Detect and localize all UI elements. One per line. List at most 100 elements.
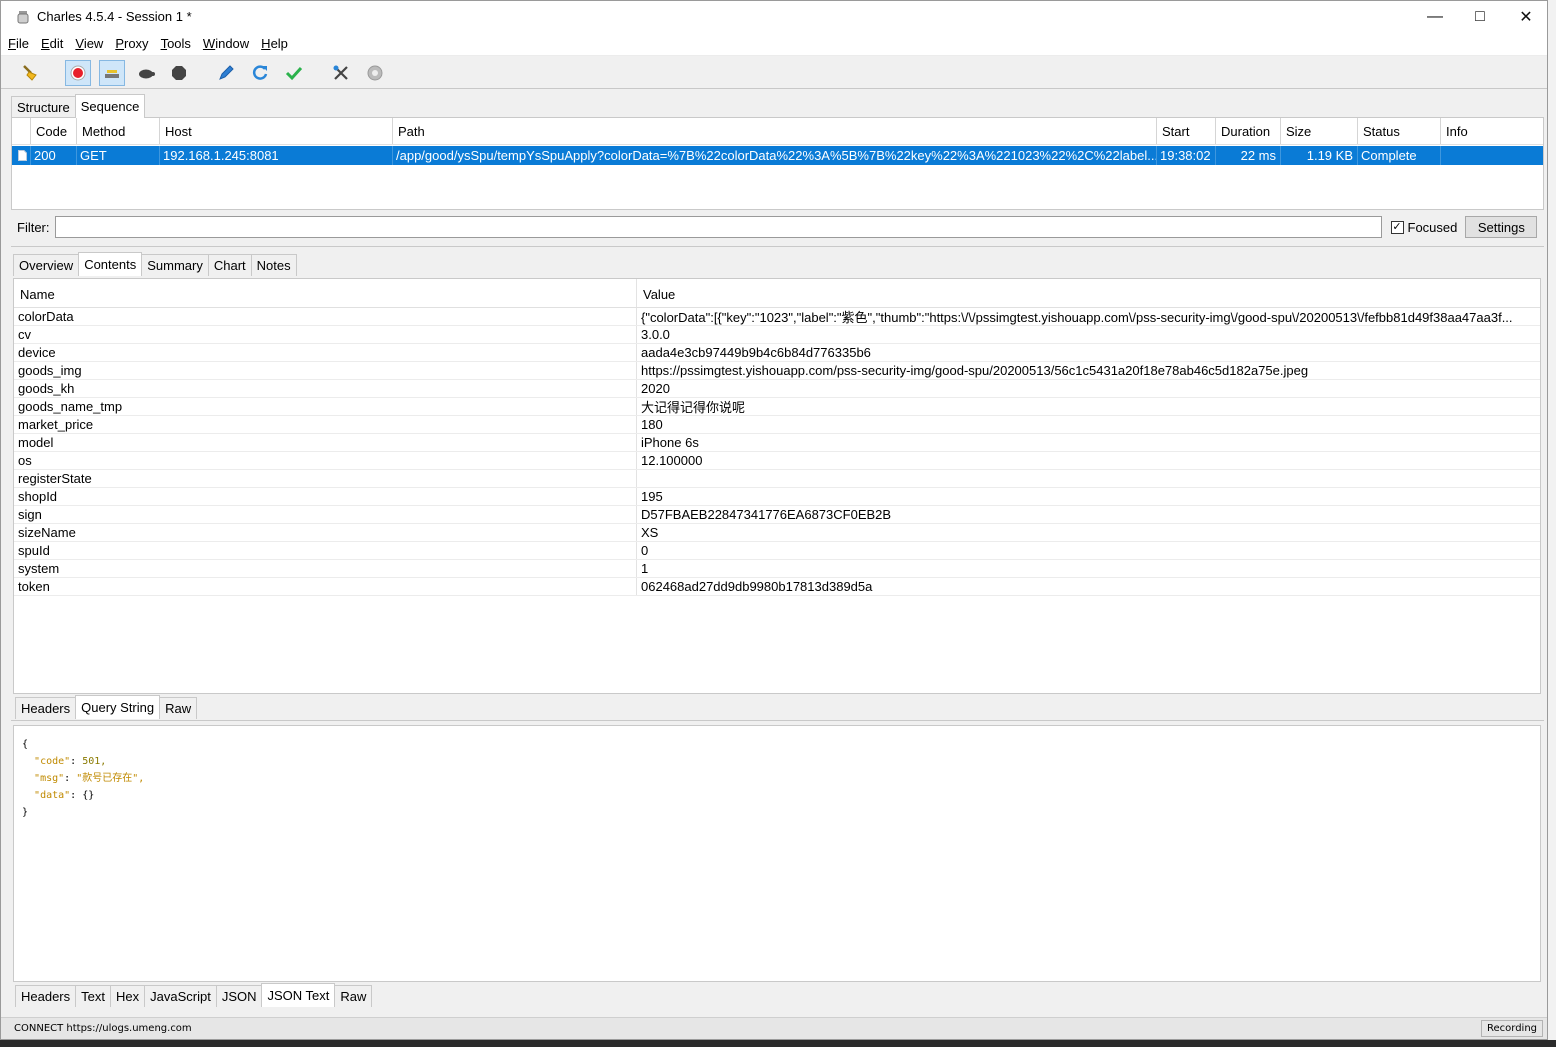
settings-gear-icon[interactable] xyxy=(362,60,388,86)
tab-overview[interactable]: Overview xyxy=(13,254,80,276)
table-row[interactable]: 200 GET 192.168.1.245:8081 /app/good/ysS… xyxy=(12,146,1543,165)
recording-badge[interactable]: Recording xyxy=(1480,1020,1543,1037)
splitter[interactable] xyxy=(11,246,1544,247)
throttle-icon[interactable] xyxy=(99,60,125,86)
detail-tabs: Overview Contents Summary Chart Notes xyxy=(13,252,297,276)
tab-response-headers[interactable]: Headers xyxy=(15,985,77,1007)
menu-view[interactable]: View xyxy=(75,36,103,51)
table-row[interactable]: sign D57FBAEB22847341776EA6873CF0EB2B xyxy=(14,506,1540,524)
tab-request-raw[interactable]: Raw xyxy=(159,697,198,719)
filter-label: Filter: xyxy=(17,219,50,235)
tab-chart[interactable]: Chart xyxy=(207,254,252,276)
param-name: goods_img xyxy=(14,362,637,379)
table-row[interactable]: goods_kh 2020 xyxy=(14,380,1540,398)
turtle-icon[interactable] xyxy=(133,60,159,86)
row-info xyxy=(1441,146,1543,165)
json-key: "code" xyxy=(34,756,71,767)
splitter[interactable] xyxy=(11,720,1544,721)
param-value: 2020 xyxy=(641,381,670,396)
table-row[interactable]: sizeName XS xyxy=(14,524,1540,542)
menu-file[interactable]: File xyxy=(8,36,29,51)
param-value: 195 xyxy=(641,489,663,504)
pen-icon[interactable] xyxy=(213,60,239,86)
tab-javascript[interactable]: JavaScript xyxy=(144,985,217,1007)
tab-hex[interactable]: Hex xyxy=(109,985,146,1007)
param-value: https://pssimgtest.yishouapp.com/pss-sec… xyxy=(641,363,1309,378)
table-row[interactable]: token 062468ad27dd9db9980b17813d389d5a xyxy=(14,578,1540,596)
tab-summary[interactable]: Summary xyxy=(141,254,209,276)
record-icon[interactable] xyxy=(65,60,91,86)
col-duration[interactable]: Duration xyxy=(1216,118,1281,144)
col-method[interactable]: Method xyxy=(77,118,160,144)
tab-notes[interactable]: Notes xyxy=(250,254,297,276)
menu-window[interactable]: Window xyxy=(203,36,249,51)
maximize-icon[interactable]: □ xyxy=(1457,1,1503,32)
tab-query-string[interactable]: Query String xyxy=(75,695,161,719)
col-path[interactable]: Path xyxy=(393,118,1157,144)
param-name: goods_name_tmp xyxy=(14,398,637,415)
settings-button[interactable]: Settings xyxy=(1465,216,1538,238)
table-row[interactable]: goods_img https://pssimgtest.yishouapp.co… xyxy=(14,362,1540,380)
request-tabs: Headers Query String Raw xyxy=(15,695,198,719)
document-icon xyxy=(12,146,31,165)
tools-icon[interactable] xyxy=(328,60,354,86)
table-row[interactable]: os 12.100000 xyxy=(14,452,1540,470)
tab-text[interactable]: Text xyxy=(75,985,111,1007)
table-row[interactable]: registerState xyxy=(14,470,1540,488)
filter-input[interactable] xyxy=(54,216,1382,238)
name-column-header[interactable]: Name xyxy=(14,279,637,307)
menu-edit[interactable]: Edit xyxy=(41,36,63,51)
tab-json[interactable]: JSON xyxy=(215,985,263,1007)
col-host[interactable]: Host xyxy=(160,118,393,144)
param-value: 062468ad27dd9db9980b17813d389d5a xyxy=(641,579,873,594)
param-name: registerState xyxy=(14,470,637,487)
params-header: Name Value xyxy=(14,279,1540,308)
broom-icon[interactable] xyxy=(17,60,43,86)
col-size[interactable]: Size xyxy=(1281,118,1358,144)
response-json-text[interactable]: { "code": 501, "msg": "款号已存在", "data": {… xyxy=(13,725,1541,982)
table-row[interactable]: market_price 180 xyxy=(14,416,1540,434)
table-row[interactable]: cv 3.0.0 xyxy=(14,326,1540,344)
param-name: colorData xyxy=(14,308,637,325)
table-row[interactable]: shopId 195 xyxy=(14,488,1540,506)
stop-icon[interactable] xyxy=(166,60,192,86)
tab-structure[interactable]: Structure xyxy=(11,96,76,118)
table-row[interactable]: goods_name_tmp 大记得记得你说呢 xyxy=(14,398,1540,416)
param-name: market_price xyxy=(14,416,637,433)
col-info[interactable]: Info xyxy=(1441,118,1543,144)
tab-request-headers[interactable]: Headers xyxy=(15,697,77,719)
menu-tools[interactable]: Tools xyxy=(161,36,191,51)
value-column-header[interactable]: Value xyxy=(637,279,1540,307)
focused-checkbox[interactable]: ✓ xyxy=(1390,220,1404,234)
col-code[interactable]: Code xyxy=(31,118,77,144)
focused-label: Focused xyxy=(1407,219,1458,235)
menu-proxy[interactable]: Proxy xyxy=(115,36,148,51)
param-value: 12.100000 xyxy=(641,453,703,468)
minimize-icon[interactable]: — xyxy=(1412,1,1458,32)
row-path: /app/good/ysSpu/tempYsSpuApply?colorData… xyxy=(393,146,1157,165)
table-row[interactable]: system 1 xyxy=(14,560,1540,578)
sequence-table: Code Method Host Path Start Duration Siz… xyxy=(11,117,1544,210)
tab-json-text[interactable]: JSON Text xyxy=(261,983,336,1007)
json-value: 501, xyxy=(82,756,107,767)
param-value: aada4e3cb97449b9b4c6b84d776335b6 xyxy=(641,345,871,360)
refresh-icon[interactable] xyxy=(247,60,273,86)
tab-sequence[interactable]: Sequence xyxy=(74,94,146,118)
table-row[interactable]: model iPhone 6s xyxy=(14,434,1540,452)
checkmark-icon[interactable] xyxy=(281,60,307,86)
taskbar-edge xyxy=(0,1040,1556,1047)
charles-window: Charles 4.5.4 - Session 1 * — □ ✕ File E… xyxy=(0,0,1548,1040)
table-row[interactable]: device aada4e3cb97449b9b4c6b84d776335b6 xyxy=(14,344,1540,362)
tab-contents[interactable]: Contents xyxy=(78,252,143,276)
param-value: 1 xyxy=(641,561,649,576)
charles-jar-icon xyxy=(17,10,29,23)
tab-response-raw[interactable]: Raw xyxy=(334,985,373,1007)
table-row[interactable]: spuId 0 xyxy=(14,542,1540,560)
menu-help[interactable]: Help xyxy=(261,36,288,51)
col-status[interactable]: Status xyxy=(1358,118,1441,144)
query-params-table: Name Value colorData {"colorData":[{"key"… xyxy=(13,278,1541,694)
col-start[interactable]: Start xyxy=(1157,118,1216,144)
close-icon[interactable]: ✕ xyxy=(1503,1,1547,32)
param-name: cv xyxy=(14,326,637,343)
table-row[interactable]: colorData {"colorData":[{"key":"1023","la… xyxy=(14,308,1540,326)
